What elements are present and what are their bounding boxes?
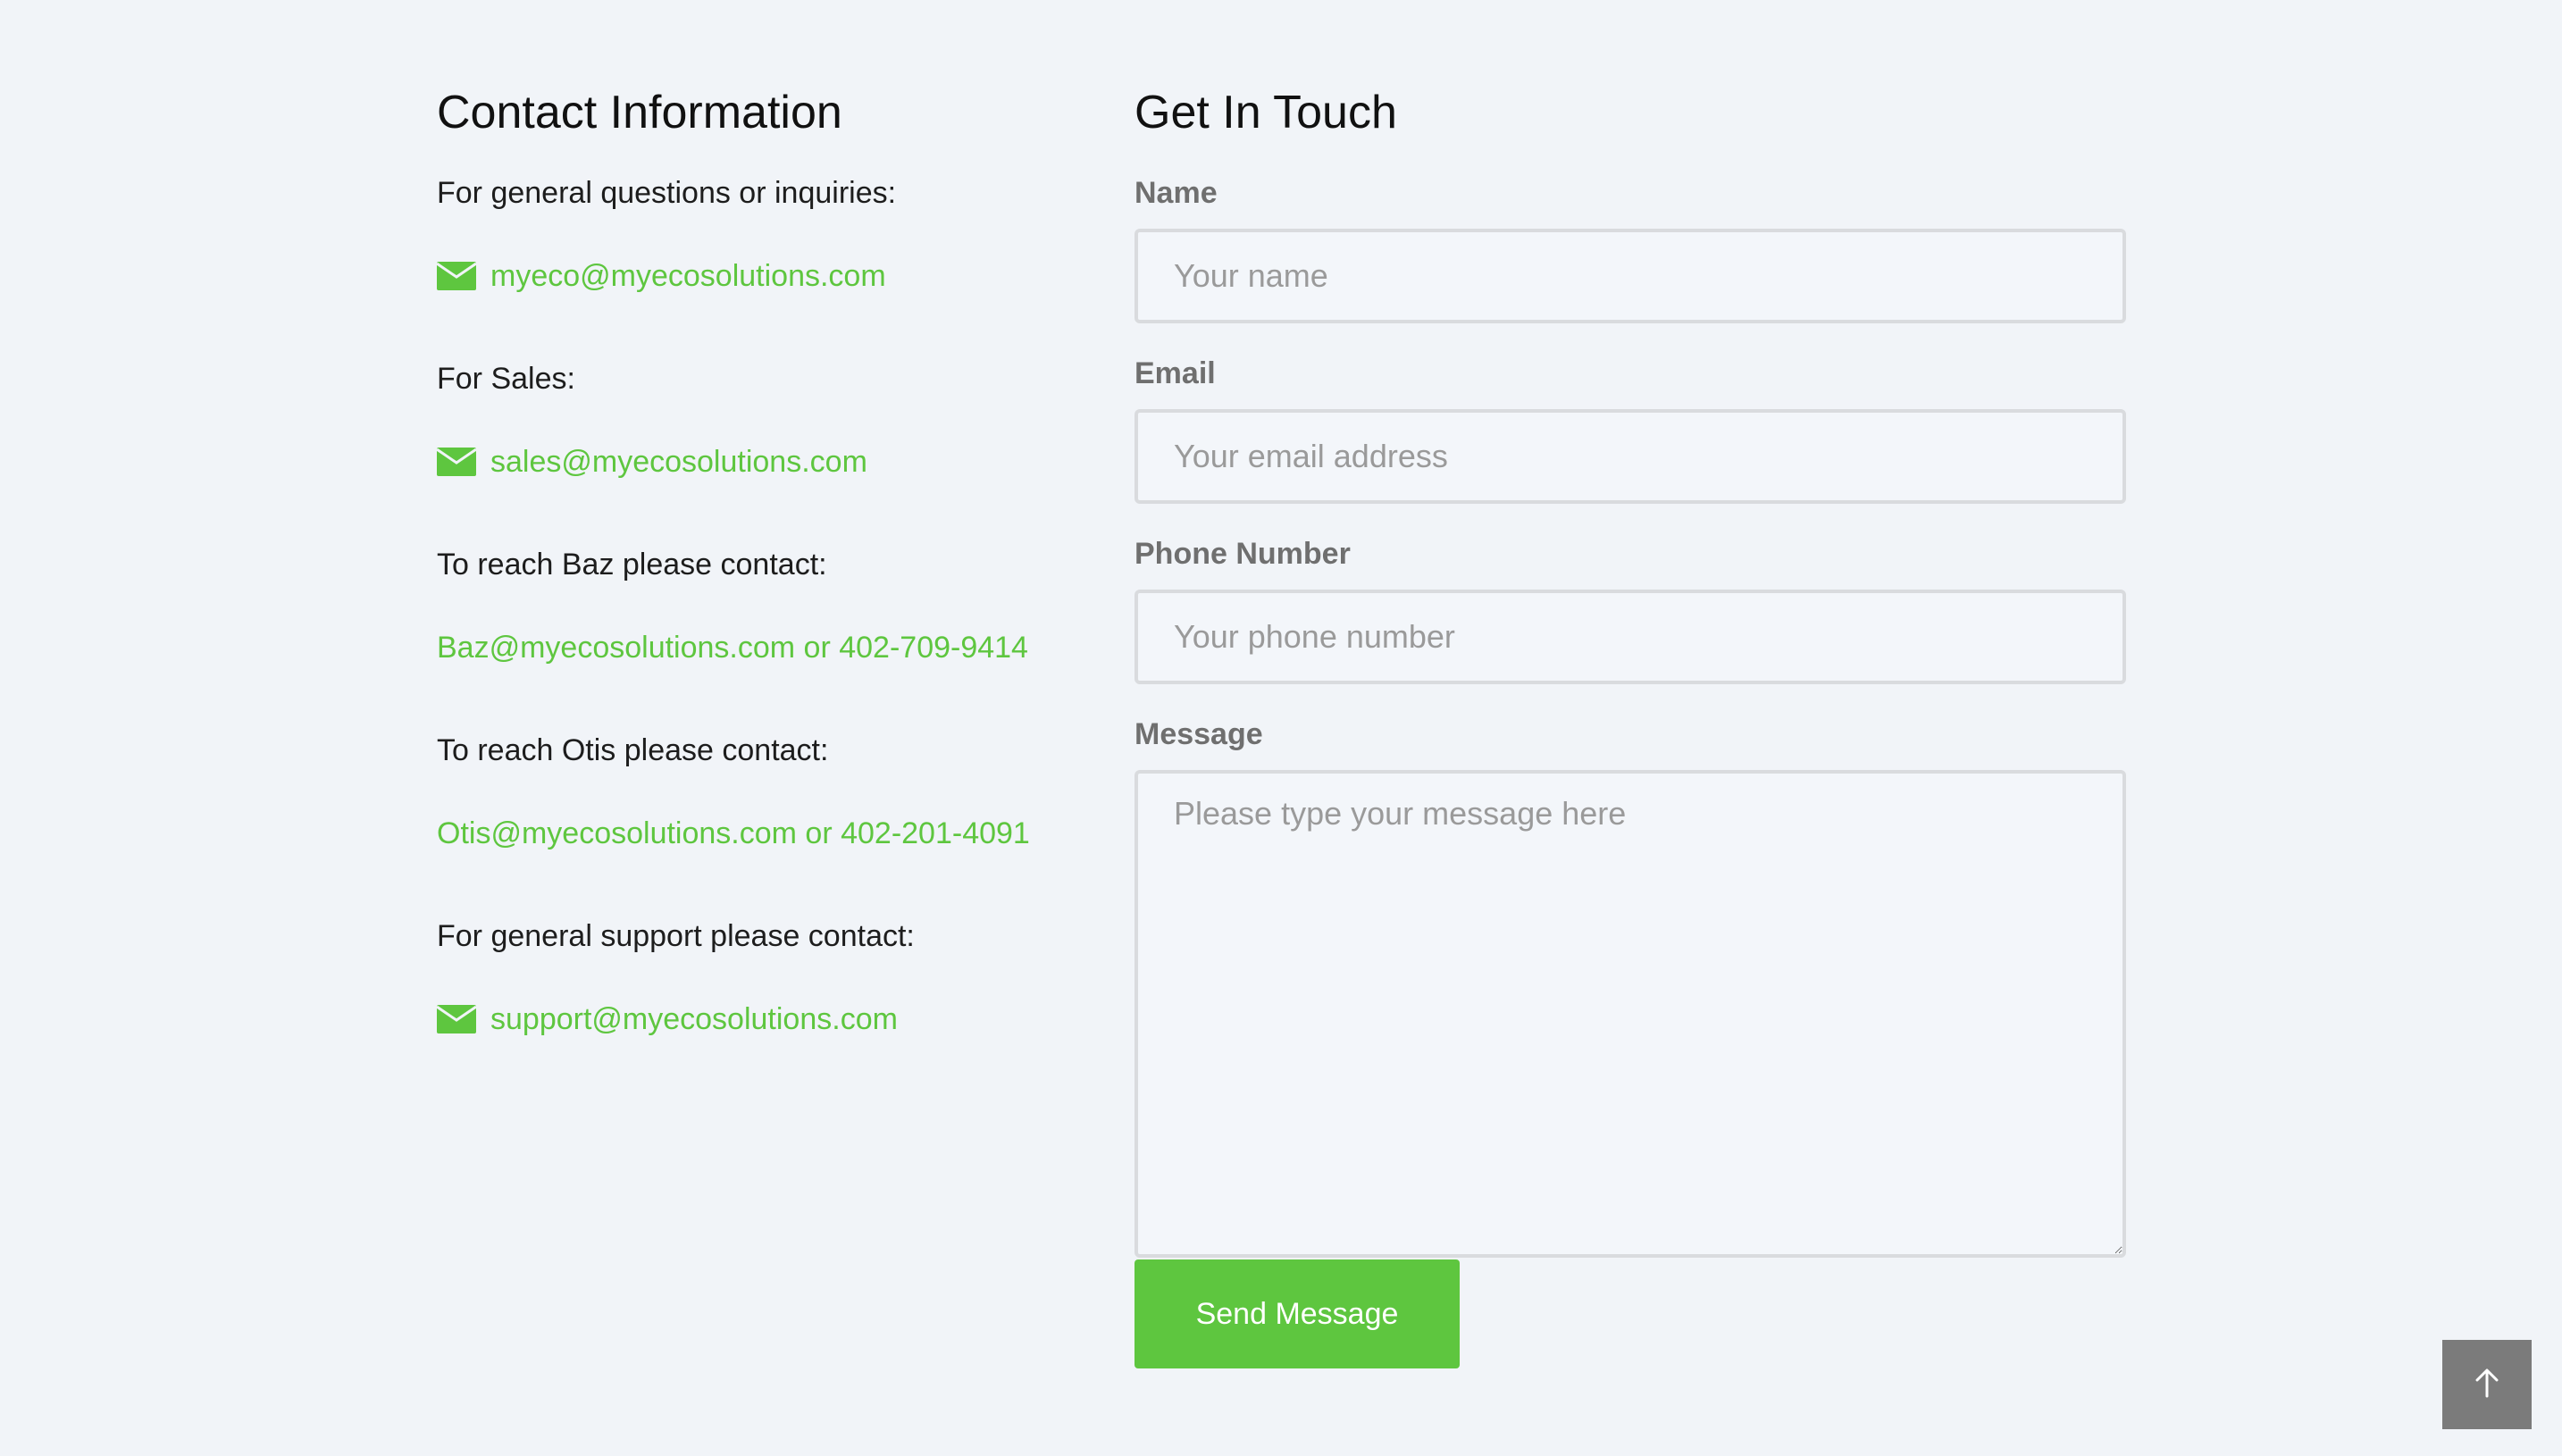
phone-number-input[interactable] xyxy=(1134,590,2126,684)
name-input[interactable] xyxy=(1134,229,2126,323)
email-input[interactable] xyxy=(1134,409,2126,504)
support-email-link[interactable]: support@myecosolutions.com xyxy=(437,1001,898,1037)
arrow-up-icon xyxy=(2474,1368,2500,1402)
message-textarea[interactable] xyxy=(1134,770,2126,1258)
general-inquiries-label: For general questions or inquiries: xyxy=(437,176,897,210)
otis-contact-label: To reach Otis please contact: xyxy=(437,733,829,767)
phone-number-label: Phone Number xyxy=(1134,537,1351,571)
support-label: For general support please contact: xyxy=(437,919,915,953)
envelope-icon xyxy=(437,448,476,476)
contact-information-heading: Contact Information xyxy=(437,87,842,138)
message-label: Message xyxy=(1134,717,1263,751)
general-email-link[interactable]: myeco@myecosolutions.com xyxy=(437,258,886,294)
support-email-text: support@myecosolutions.com xyxy=(490,1002,898,1036)
contact-form-section: Get In Touch Name Email Phone Number Mes… xyxy=(1134,80,2126,1368)
sales-email-link[interactable]: sales@myecosolutions.com xyxy=(437,444,867,480)
baz-contact-link[interactable]: Baz@myecosolutions.com or 402-709-9414 xyxy=(437,630,1028,665)
back-to-top-button[interactable] xyxy=(2442,1340,2532,1429)
sales-label: For Sales: xyxy=(437,362,575,396)
name-label: Name xyxy=(1134,176,1218,210)
envelope-icon xyxy=(437,262,476,290)
sales-email-text: sales@myecosolutions.com xyxy=(490,445,867,479)
envelope-icon xyxy=(437,1005,476,1033)
get-in-touch-heading: Get In Touch xyxy=(1134,87,1397,138)
contact-information-section: Contact Information For general question… xyxy=(437,80,1062,1036)
otis-contact-link[interactable]: Otis@myecosolutions.com or 402-201-4091 xyxy=(437,816,1030,851)
email-label: Email xyxy=(1134,356,1216,390)
baz-contact-label: To reach Baz please contact: xyxy=(437,548,827,582)
general-email-text: myeco@myecosolutions.com xyxy=(490,259,886,293)
send-message-button[interactable]: Send Message xyxy=(1134,1259,1460,1368)
